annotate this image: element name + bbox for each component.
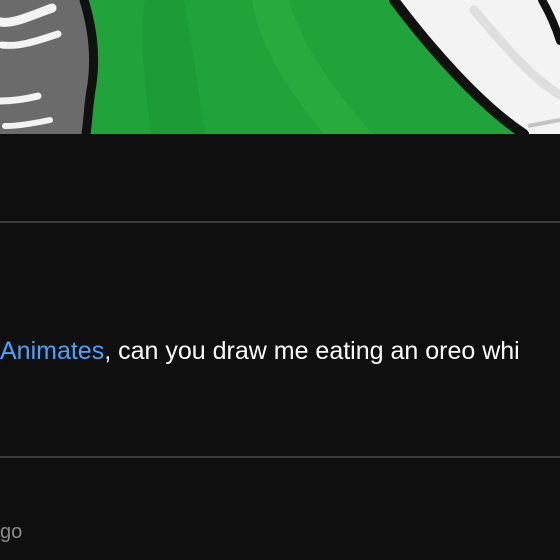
comment-thread-view: Animates, can you draw me eating an oreo… (0, 0, 560, 560)
thumbnail-art (0, 0, 560, 134)
video-thumbnail[interactable] (0, 0, 560, 134)
thread-divider-top (0, 221, 560, 223)
comment-mention-link[interactable]: Animates (0, 337, 104, 365)
comment-timestamp-fragment: go (0, 521, 23, 543)
thread-divider-bottom (0, 456, 560, 458)
comment-message-text: , can you draw me eating an oreo whi (104, 337, 520, 365)
comment-text-line: Animates, can you draw me eating an oreo… (0, 334, 560, 368)
